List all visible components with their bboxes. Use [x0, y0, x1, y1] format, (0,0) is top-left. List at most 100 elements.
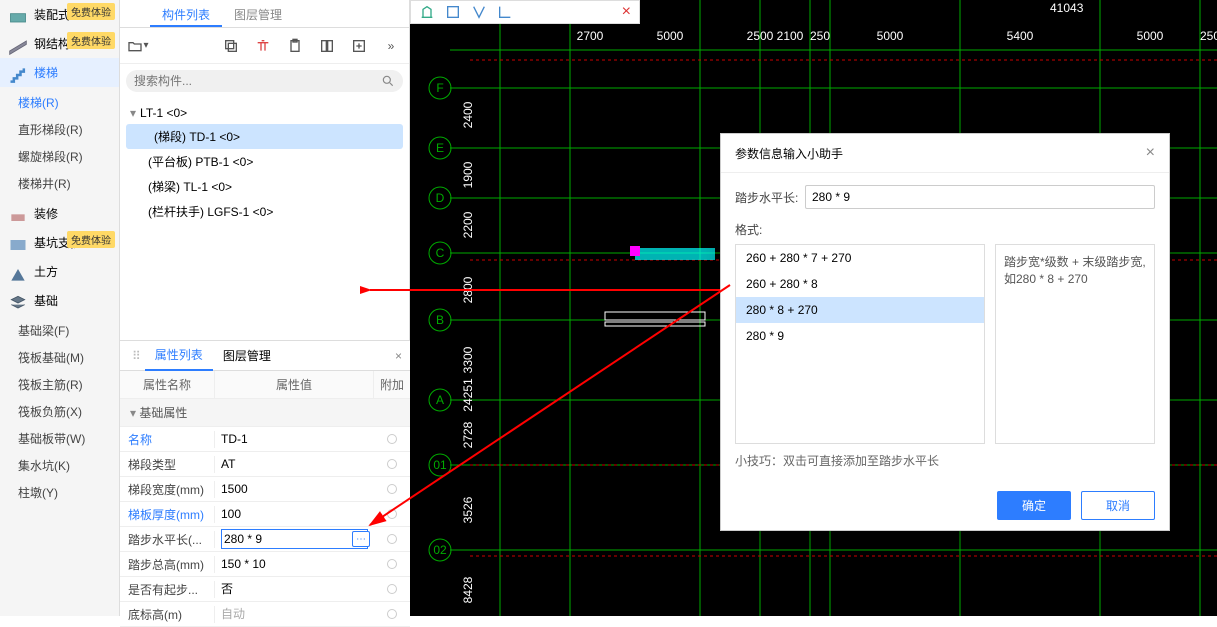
- prop-extra[interactable]: [374, 509, 410, 519]
- export-button[interactable]: [347, 34, 371, 58]
- sub-item-2-3[interactable]: 楼梯井(R): [0, 170, 119, 197]
- search-box[interactable]: [126, 70, 403, 92]
- category-0[interactable]: 装配式免费体验: [0, 0, 119, 29]
- prop-value-input[interactable]: [221, 607, 368, 621]
- tab-property-list[interactable]: 属性列表: [145, 340, 213, 371]
- sub-item-2-0[interactable]: 楼梯(R): [0, 89, 119, 116]
- prop-section[interactable]: ▾ 基础属性: [120, 399, 410, 427]
- prop-value-input[interactable]: [221, 507, 368, 521]
- suggestion-description: 踏步宽*级数 + 末级踏步宽, 如280 * 8 + 270: [995, 244, 1155, 444]
- parameter-helper-dialog: 参数信息输入小助手 × 踏步水平长: 格式: 260 + 280 * 7 + 2…: [720, 133, 1170, 531]
- sub-item-6-0[interactable]: 基础梁(F): [0, 317, 119, 344]
- tool-icon-4[interactable]: [497, 4, 513, 20]
- prop-extra[interactable]: [374, 559, 410, 569]
- prop-value-input[interactable]: [221, 432, 368, 446]
- close-toolbar-icon[interactable]: ×: [622, 3, 631, 21]
- suggestion-item-0[interactable]: 260 + 280 * 7 + 270: [736, 245, 984, 271]
- tree-node-2[interactable]: (梯梁) TL-1 <0>: [120, 174, 409, 199]
- prop-value-input[interactable]: [221, 529, 368, 549]
- new-folder-button[interactable]: ▾: [126, 34, 150, 58]
- dialog-field-input[interactable]: [805, 185, 1155, 209]
- import-button[interactable]: [315, 34, 339, 58]
- search-input[interactable]: [134, 74, 381, 88]
- sub-item-2-2[interactable]: 螺旋梯段(R): [0, 143, 119, 170]
- component-toolbar: ▾ »: [120, 28, 409, 64]
- prop-extra[interactable]: [374, 584, 410, 594]
- prop-value-cell[interactable]: [215, 607, 374, 622]
- prop-name: 梯板厚度(mm): [120, 506, 215, 523]
- category-6[interactable]: 基础: [0, 286, 119, 315]
- delete-button[interactable]: [251, 34, 275, 58]
- svg-text:5000: 5000: [657, 29, 684, 43]
- prop-extra[interactable]: [374, 609, 410, 619]
- prop-name: 梯段类型: [120, 456, 215, 473]
- category-4[interactable]: 基坑支护免费体验: [0, 228, 119, 257]
- category-3[interactable]: 装修: [0, 199, 119, 228]
- sub-item-6-3[interactable]: 筏板负筋(X): [0, 398, 119, 425]
- prop-extra[interactable]: [374, 534, 410, 544]
- prop-value-cell[interactable]: [215, 582, 374, 597]
- tree-node-0[interactable]: (梯段) TD-1 <0>: [126, 124, 403, 149]
- suggestion-item-2[interactable]: 280 * 8 + 270: [736, 297, 984, 323]
- svg-text:1900: 1900: [461, 161, 475, 188]
- dialog-close-icon[interactable]: ×: [1146, 144, 1155, 162]
- close-icon[interactable]: ×: [395, 349, 402, 363]
- more-button[interactable]: »: [379, 34, 403, 58]
- sub-item-6-6[interactable]: 柱墩(Y): [0, 479, 119, 506]
- prop-header-value: 属性值: [215, 371, 374, 398]
- category-2[interactable]: 楼梯: [0, 58, 119, 87]
- suggestion-item-1[interactable]: 260 + 280 * 8: [736, 271, 984, 297]
- category-1[interactable]: 钢结构免费体验: [0, 29, 119, 58]
- prop-row-6: 是否有起步...: [120, 577, 410, 602]
- prop-extra[interactable]: [374, 434, 410, 444]
- tool-icon-3[interactable]: [471, 4, 487, 20]
- tree-root[interactable]: ▾LT-1 <0>: [120, 102, 409, 124]
- tab-component-list[interactable]: 构件列表: [150, 0, 222, 27]
- property-tabs: ⠿ 属性列表 图层管理 ×: [120, 341, 410, 371]
- sub-item-6-5[interactable]: 集水坑(K): [0, 452, 119, 479]
- prop-header-extra: 附加: [374, 371, 410, 398]
- sub-item-6-4[interactable]: 基础板带(W): [0, 425, 119, 452]
- ellipsis-button[interactable]: ⋯: [352, 531, 370, 547]
- prop-value-cell[interactable]: [215, 482, 374, 496]
- prop-extra[interactable]: [374, 484, 410, 494]
- svg-text:2100: 2100: [777, 29, 804, 43]
- paste-button[interactable]: [283, 34, 307, 58]
- tool-icon[interactable]: [419, 4, 435, 20]
- svg-text:F: F: [436, 81, 443, 95]
- copy-button[interactable]: [219, 34, 243, 58]
- prop-row-5: 踏步总高(mm): [120, 552, 410, 577]
- tab-layer-manage-2[interactable]: 图层管理: [213, 341, 281, 370]
- prop-value-cell[interactable]: [215, 557, 374, 571]
- prop-name: 踏步水平长(...: [120, 531, 215, 548]
- sub-item-6-1[interactable]: 筏板基础(M): [0, 344, 119, 371]
- svg-text:C: C: [436, 246, 445, 260]
- tree-node-1[interactable]: (平台板) PTB-1 <0>: [120, 149, 409, 174]
- sub-item-6-2[interactable]: 筏板主筋(R): [0, 371, 119, 398]
- tree-node-3[interactable]: (栏杆扶手) LGFS-1 <0>: [120, 199, 409, 224]
- svg-text:5000: 5000: [877, 29, 904, 43]
- prop-value-cell[interactable]: [215, 457, 374, 471]
- tool-icon-2[interactable]: [445, 4, 461, 20]
- svg-text:2700: 2700: [577, 29, 604, 43]
- svg-text:24251: 24251: [461, 378, 475, 412]
- prop-header-name: 属性名称: [120, 371, 215, 398]
- prop-value-cell[interactable]: [215, 432, 374, 446]
- ok-button[interactable]: 确定: [997, 491, 1071, 520]
- dialog-format-label: 格式:: [735, 221, 1155, 238]
- cancel-button[interactable]: 取消: [1081, 491, 1155, 520]
- prop-extra[interactable]: [374, 459, 410, 469]
- prop-value-input[interactable]: [221, 457, 368, 471]
- prop-value-input[interactable]: [221, 582, 368, 596]
- tab-layer-manage[interactable]: 图层管理: [222, 0, 294, 27]
- category-5[interactable]: 土方: [0, 257, 119, 286]
- suggestion-item-3[interactable]: 280 * 9: [736, 323, 984, 349]
- prop-value-input[interactable]: [221, 482, 368, 496]
- prop-value-input[interactable]: [221, 557, 368, 571]
- prop-value-cell[interactable]: ⋯: [215, 529, 374, 549]
- prop-value-cell[interactable]: [215, 507, 374, 521]
- drag-handle-icon[interactable]: ⠿: [128, 349, 145, 363]
- svg-text:250: 250: [810, 29, 830, 43]
- svg-text:2500: 2500: [747, 29, 774, 43]
- sub-item-2-1[interactable]: 直形梯段(R): [0, 116, 119, 143]
